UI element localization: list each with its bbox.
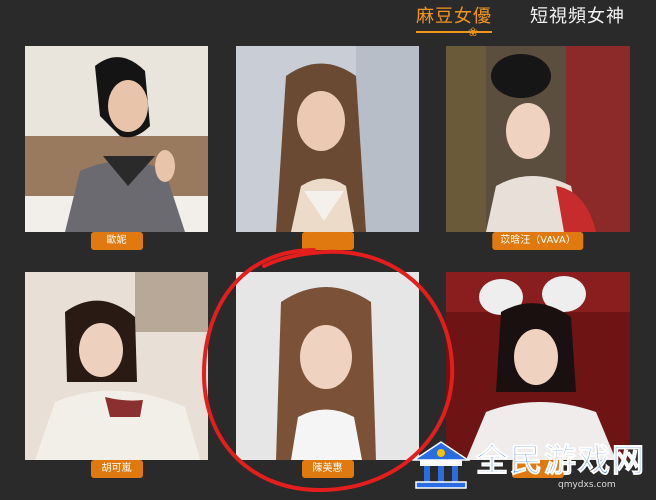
actress-name: 歐妮 xyxy=(90,232,143,250)
actress-photo xyxy=(236,46,419,232)
actress-photo xyxy=(25,272,208,460)
actress-name: 苡晗汪（VAVA） xyxy=(492,232,584,250)
sparkle-icon: ❀ xyxy=(468,25,479,39)
watermark-url: qmydxs.com xyxy=(558,480,616,490)
actress-card[interactable] xyxy=(236,46,419,250)
actress-photo xyxy=(446,46,630,232)
actress-card[interactable]: 胡可嵐 xyxy=(25,272,208,478)
actress-card[interactable]: 陳美惠 xyxy=(236,272,419,478)
actress-photo xyxy=(446,272,630,460)
watermark-text: 全民游戏网 xyxy=(475,441,647,480)
actress-card[interactable] xyxy=(446,272,630,478)
category-tabs: 麻豆女優 ❀ 短視頻女神 xyxy=(416,6,656,39)
temple-logo-icon xyxy=(411,441,471,489)
tab-short-video-goddess[interactable]: 短視頻女神 xyxy=(530,6,625,28)
tab-madou-actresses[interactable]: 麻豆女優 xyxy=(416,6,492,33)
actress-name: 胡可嵐 xyxy=(90,460,143,478)
actress-name xyxy=(301,232,354,250)
actress-card[interactable]: 苡晗汪（VAVA） xyxy=(446,46,630,250)
site-watermark: 全民游戏网 qmydxs.com xyxy=(408,436,656,500)
actress-name: 陳美惠 xyxy=(301,460,354,478)
actress-photo xyxy=(25,46,208,232)
actress-card[interactable]: 歐妮 xyxy=(25,46,208,250)
actress-photo xyxy=(236,272,419,460)
